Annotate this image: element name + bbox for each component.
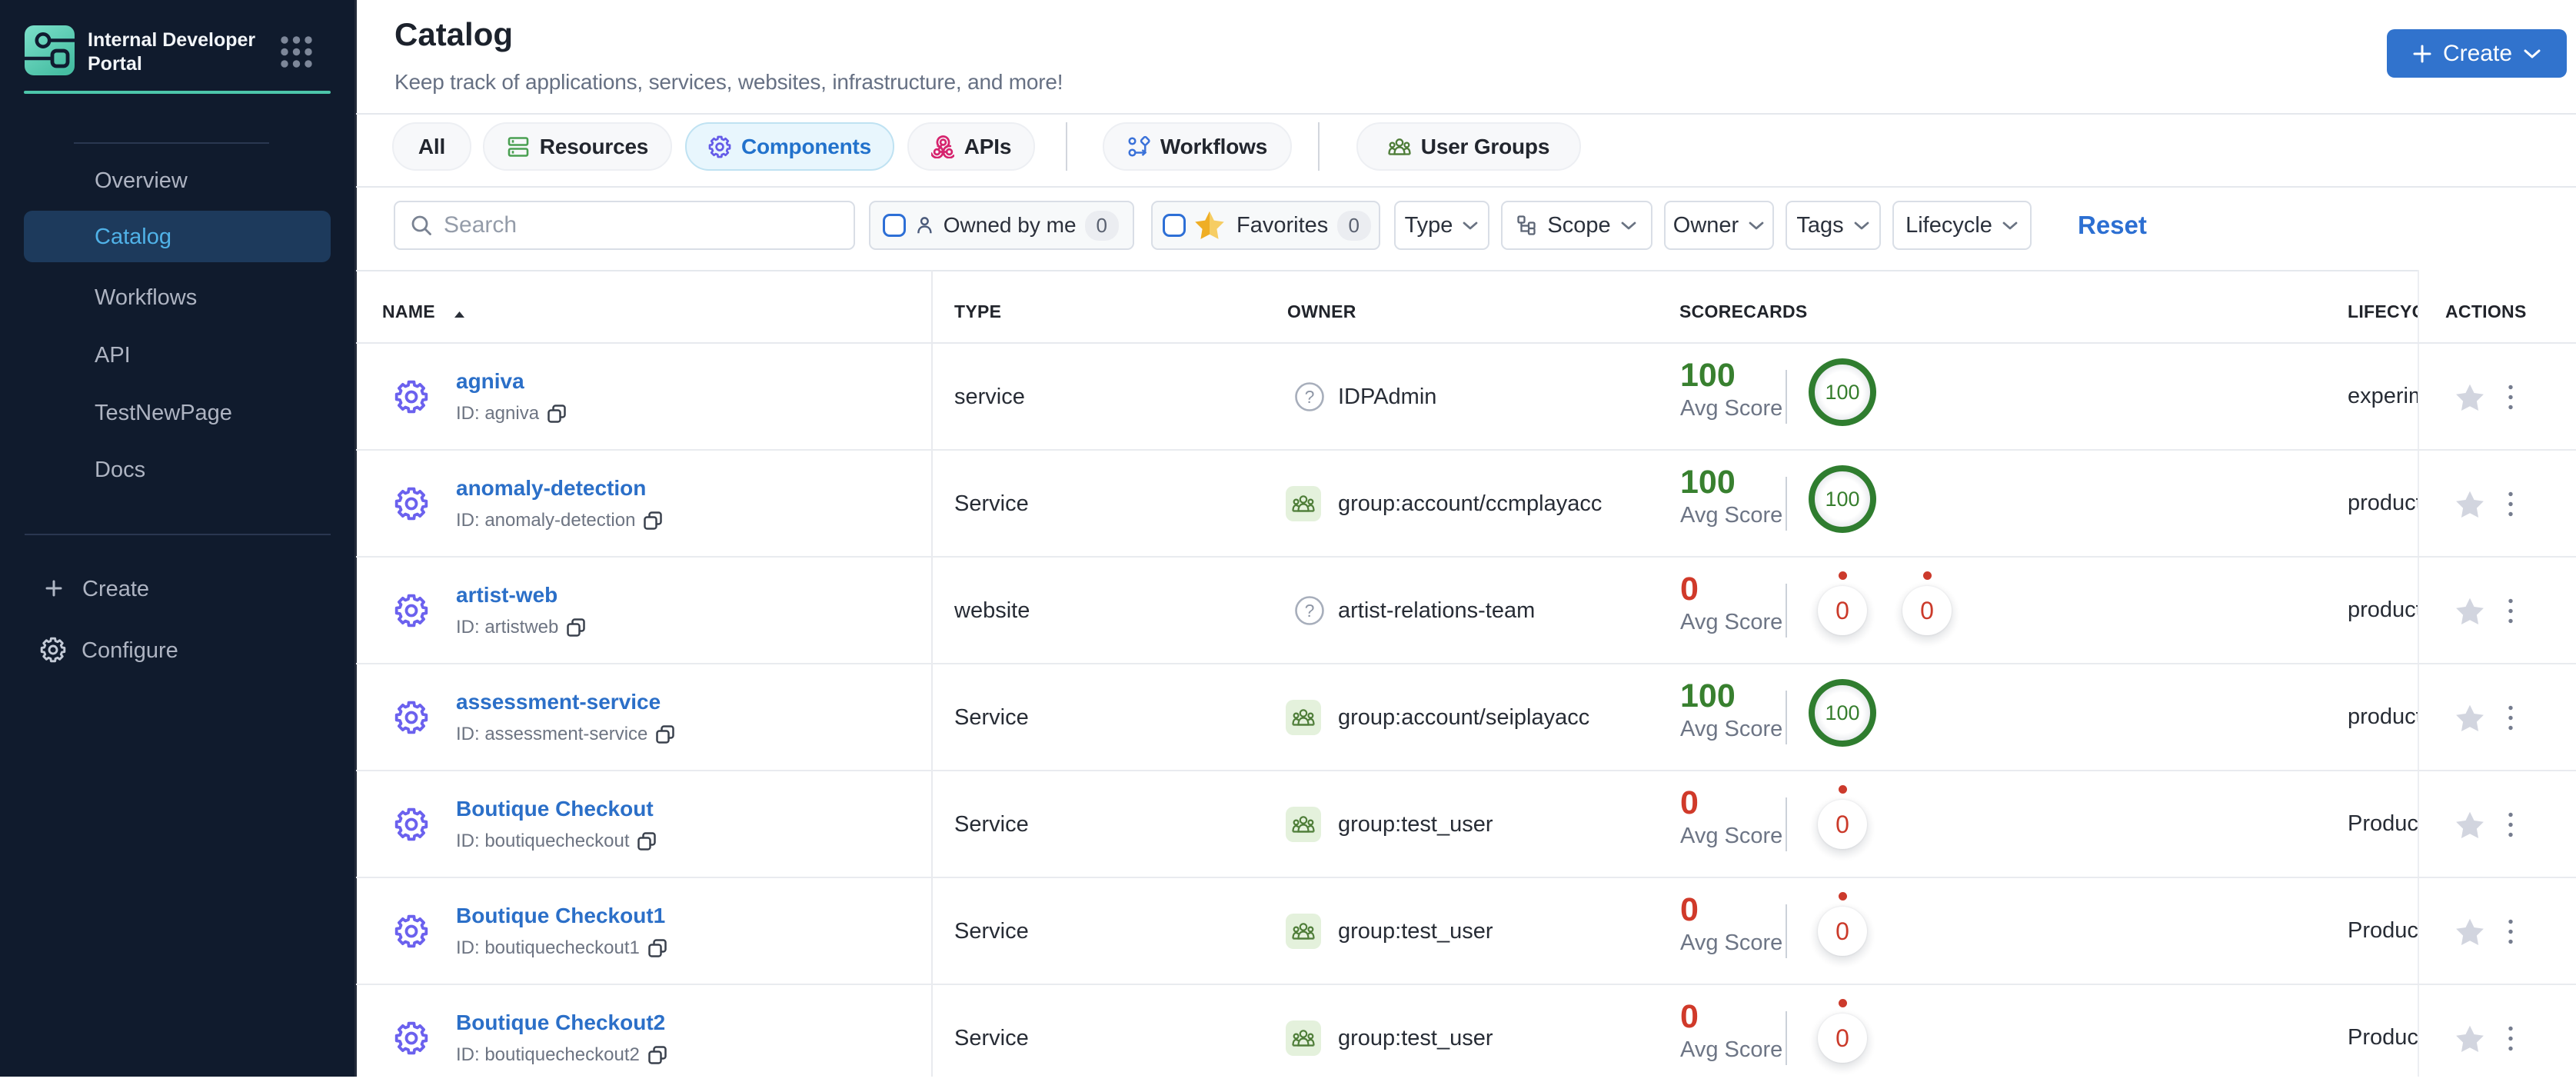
svg-text:?: ? bbox=[1305, 387, 1315, 407]
svg-text:?: ? bbox=[1305, 601, 1315, 621]
